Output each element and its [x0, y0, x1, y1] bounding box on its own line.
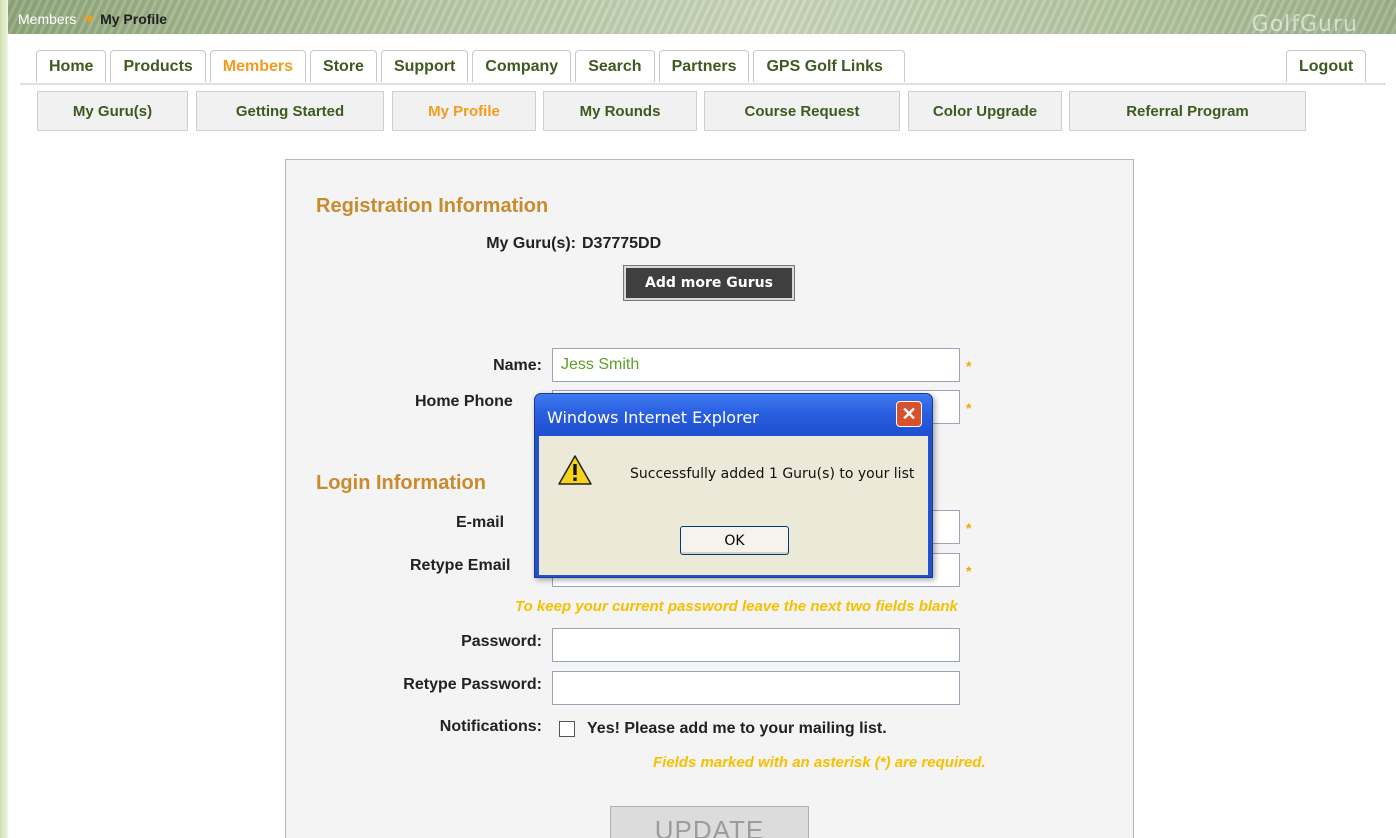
- subtab-course-request[interactable]: Course Request: [704, 91, 900, 131]
- name-field[interactable]: [552, 348, 960, 382]
- breadcrumb-current: My Profile: [100, 10, 167, 27]
- page-left-edge: [0, 0, 8, 838]
- tab-store[interactable]: Store: [310, 50, 377, 82]
- subtab-my-profile[interactable]: My Profile: [392, 91, 536, 131]
- subtab-my-gurus[interactable]: My Guru(s): [37, 91, 188, 131]
- breadcrumb: Members ➔ My Profile: [18, 10, 167, 27]
- subtab-referral-program[interactable]: Referral Program: [1069, 91, 1306, 131]
- gurus-label: My Guru(s):: [486, 235, 576, 252]
- password-field[interactable]: [552, 628, 960, 662]
- warning-icon: [558, 455, 592, 485]
- header-banner: Members ➔ My Profile GolfGuru: [8, 0, 1396, 37]
- add-gurus-button[interactable]: Add more Gurus: [623, 265, 795, 301]
- home-phone-label: Home Phone: [415, 393, 513, 410]
- tab-members[interactable]: Members: [209, 50, 307, 82]
- mailing-list-checkbox[interactable]: [559, 721, 575, 737]
- logout-tab[interactable]: Logout: [1286, 50, 1367, 82]
- retype-email-label: Retype Email: [410, 557, 511, 574]
- gurus-value: D37775DD: [582, 235, 662, 252]
- subtab-getting-started[interactable]: Getting Started: [196, 91, 384, 131]
- registration-title: Registration Information: [316, 195, 549, 217]
- password-label: Password:: [461, 633, 542, 650]
- alert-dialog: Windows Internet Explorer ✕ Successfully…: [534, 393, 933, 578]
- subtab-my-rounds[interactable]: My Rounds: [543, 91, 697, 131]
- retype-password-label: Retype Password:: [403, 676, 542, 693]
- tab-company[interactable]: Company: [472, 50, 572, 82]
- dialog-message: Successfully added 1 Guru(s) to your lis…: [630, 466, 915, 482]
- subtab-color-upgrade[interactable]: Color Upgrade: [908, 91, 1062, 131]
- retype-email-required-asterisk: *: [966, 563, 972, 579]
- dialog-title: Windows Internet Explorer: [547, 408, 759, 427]
- email-label: E-mail: [456, 514, 505, 531]
- main-nav: Home Products Members Store Support Comp…: [36, 50, 909, 84]
- home-phone-required-asterisk: *: [966, 400, 972, 416]
- tab-search[interactable]: Search: [575, 50, 655, 82]
- dialog-body: Successfully added 1 Guru(s) to your lis…: [539, 436, 928, 575]
- retype-password-field[interactable]: [552, 671, 960, 705]
- tab-gps-golf-links[interactable]: GPS Golf Links: [753, 50, 906, 82]
- close-icon[interactable]: ✕: [896, 401, 922, 427]
- required-note: Fields marked with an asterisk (*) are r…: [653, 754, 986, 771]
- tab-divider: [20, 83, 1386, 85]
- update-button[interactable]: UPDATE: [610, 806, 809, 838]
- breadcrumb-members-link[interactable]: Members: [18, 11, 76, 27]
- ok-button[interactable]: OK: [680, 526, 789, 555]
- email-required-asterisk: *: [966, 520, 972, 536]
- password-note: To keep your current password leave the …: [515, 598, 958, 615]
- brand-logo: GolfGuru: [1251, 12, 1358, 37]
- tab-products[interactable]: Products: [110, 50, 206, 82]
- login-title: Login Information: [316, 472, 486, 494]
- notifications-label: Notifications:: [439, 718, 542, 735]
- tab-partners[interactable]: Partners: [658, 50, 750, 82]
- tab-support[interactable]: Support: [380, 50, 469, 82]
- name-label: Name:: [493, 357, 542, 374]
- name-required-asterisk: *: [966, 358, 972, 374]
- mailing-list-text: Yes! Please add me to your mailing list.: [587, 720, 887, 737]
- tab-home[interactable]: Home: [36, 50, 107, 82]
- arrow-right-icon: ➔: [82, 10, 95, 26]
